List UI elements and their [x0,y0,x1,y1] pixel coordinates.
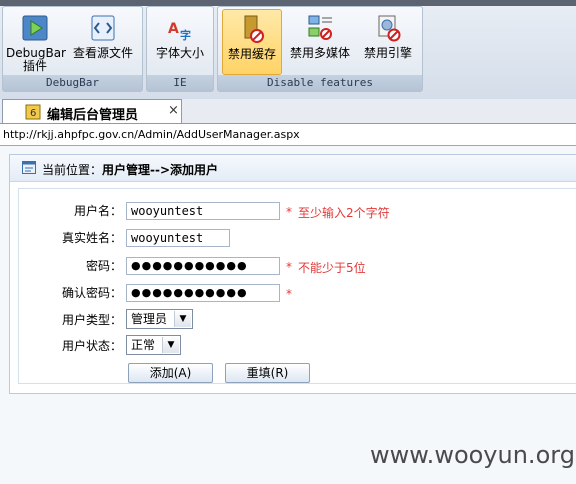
location-icon [22,161,36,174]
usertype-label: 用户类型： [61,313,122,327]
userstatus-label: 用户状态： [61,339,122,353]
reset-button[interactable]: 重填(R) [225,363,310,383]
chevron-down-icon: ▼ [162,337,179,353]
svg-text:字: 字 [180,28,191,42]
chevron-down-icon: ▼ [174,311,191,327]
tab-close-icon[interactable]: × [168,103,179,118]
disable-multimedia-icon [308,15,332,40]
confirm-password-label: 确认密码： [61,286,122,300]
username-input[interactable]: wooyuntest [126,202,280,220]
toolbar-group-ie: A 字 字体大小 IE [146,6,214,92]
realname-label: 真实姓名： [61,231,122,245]
toolbar-group-debugbar: DebugBar 插件 查看源文件 DebugBar [2,6,143,92]
group-label-debugbar: DebugBar [3,75,142,91]
svg-text:A: A [168,21,179,37]
view-source-button[interactable]: 查看源文件 [65,9,141,75]
view-source-icon [91,15,115,41]
disable-engine-icon [378,15,401,42]
debugbar-plugin-label: DebugBar 插件 [6,46,66,73]
debugbar-toolbar: DebugBar 插件 查看源文件 DebugBar A 字 字体大小 IE 禁… [0,0,576,100]
usertype-selected: 管理员 [131,312,168,326]
add-button[interactable]: 添加(A) [128,363,213,383]
confirm-required-mark: * [286,287,292,301]
realname-input[interactable]: wooyuntest [126,229,230,247]
disable-multimedia-button[interactable]: 禁用多媒体 [285,9,355,75]
userstatus-select[interactable]: 正常 ▼ [126,335,181,355]
disable-engine-label: 禁用引擎 [363,46,412,60]
breadcrumb: 当前位置：用户管理-->添加用户 [42,161,218,178]
panel-header: 当前位置：用户管理-->添加用户 [10,155,576,182]
font-size-icon: A 字 [168,21,191,42]
view-source-label: 查看源文件 [72,46,133,60]
tab-title: 编辑后台管理员 [47,108,139,123]
disable-engine-button[interactable]: 禁用引擎 [357,9,419,75]
address-url[interactable]: http://rkjj.ahpfpc.gov.cn/Admin/AddUserM… [3,128,300,141]
form-panel: 当前位置：用户管理-->添加用户 用户名： wooyuntest * 至少输入2… [9,154,576,394]
debugbar-icon [22,15,48,41]
address-bar[interactable]: http://rkjj.ahpfpc.gov.cn/Admin/AddUserM… [0,124,576,146]
username-label: 用户名： [73,204,122,218]
tab-badge-icon: 6 [25,104,41,120]
confirm-password-input[interactable]: ●●●●●●●●●●● [126,284,280,302]
password-required-mark: * [286,260,292,274]
toolbar-group-disable-features: 禁用缓存 禁用多媒体 禁用引擎 Disable features [217,6,423,92]
disable-cache-button[interactable]: 禁用缓存 [222,9,282,75]
watermark: www.wooyun.org [370,441,575,469]
disable-multimedia-label: 禁用多媒体 [289,46,350,60]
password-label: 密码： [85,259,122,273]
password-input[interactable]: ●●●●●●●●●●● [126,257,280,275]
group-label-ie: IE [147,75,213,91]
password-hint: 不能少于5位 [298,261,366,275]
breadcrumb-path: 用户管理-->添加用户 [102,163,219,177]
breadcrumb-prefix: 当前位置： [42,163,103,177]
form-area: 用户名： wooyuntest * 至少输入2个字符 真实姓名： wooyunt… [18,188,576,384]
tab-badge-text: 6 [30,108,36,119]
username-required-mark: * [286,205,292,219]
username-hint: 至少输入2个字符 [298,206,390,220]
group-label-disable-features: Disable features [218,75,422,91]
userstatus-selected: 正常 [131,338,156,352]
page-content: 当前位置：用户管理-->添加用户 用户名： wooyuntest * 至少输入2… [0,146,576,484]
tab-edit-admin[interactable]: 6 编辑后台管理员 × [2,99,182,123]
disable-cache-icon [244,15,264,43]
font-size-label: 字体大小 [155,46,204,60]
tab-bar: 6 编辑后台管理员 × [0,99,576,124]
font-size-button[interactable]: A 字 字体大小 [150,9,210,75]
usertype-select[interactable]: 管理员 ▼ [126,309,193,329]
debugbar-plugin-button[interactable]: DebugBar 插件 [6,9,66,75]
disable-cache-label: 禁用缓存 [227,47,276,61]
